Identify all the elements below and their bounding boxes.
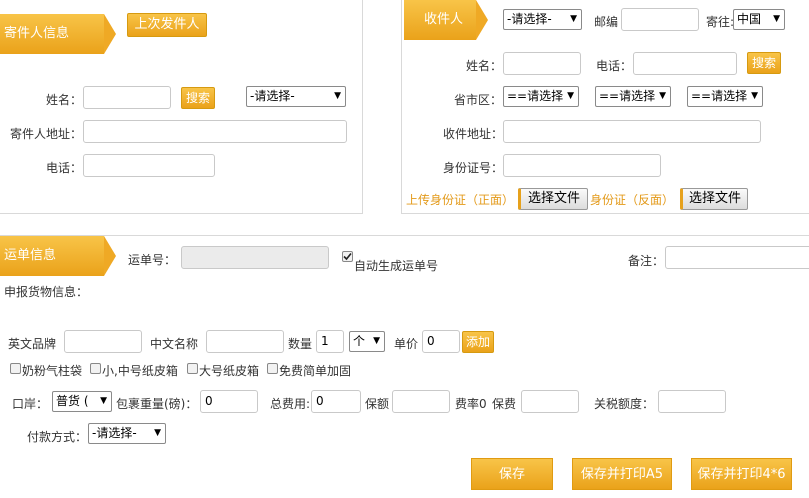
auto-generate-label: 自动生成运单号 [354,259,439,273]
receiver-address-label: 收件地址： [443,127,504,141]
packaging-label: 小,中号纸皮箱 [102,364,178,378]
chevron-down-icon: ▼ [567,91,574,101]
chevron-down-icon: ▼ [570,14,577,24]
chevron-down-icon: ▼ [334,91,341,101]
ship-to-label: 寄往: [706,15,735,29]
port-select[interactable]: 普货 ( ▼ [52,391,112,412]
tax-label: 关税额度： [594,397,655,411]
chinese-name-input[interactable] [206,330,284,353]
packaging-checkbox[interactable] [10,363,21,374]
receiver-tag: 收件人 [404,0,488,40]
packaging-label: 大号纸皮箱 [199,364,260,378]
sender-name-input[interactable] [83,86,171,109]
packaging-label: 免费简单加固 [279,364,352,378]
premium-label: 保费 [492,397,517,411]
save-print-4x6-button[interactable]: 保存并打印4*6 [691,458,792,490]
receiver-select[interactable]: -请选择- ▼ [503,9,582,30]
chevron-down-icon: ▼ [100,396,107,406]
port-select-value: 普货 ( [56,394,89,408]
sender-phone-input[interactable] [83,154,215,177]
receiver-select-value: -请选择- [507,12,552,26]
weight-input[interactable]: 0 [200,390,258,413]
id-number-label: 身份证号： [443,161,504,175]
waybill-tag: 运单信息 [0,236,116,276]
waybill-number-input[interactable] [181,246,329,269]
choose-file-front-button[interactable]: 选择文件 [518,188,588,210]
price-input[interactable]: 0 [422,330,460,353]
sender-search-button[interactable]: 搜索 [181,87,215,109]
sender-phone-label: 电话： [46,161,83,175]
price-label: 单价 [394,337,419,351]
waybill-number-label: 运单号： [128,253,177,267]
country-select-value: 中国 [737,12,762,26]
receiver-phone-label: 电话： [596,59,633,73]
id-number-input[interactable] [503,154,661,177]
city-select[interactable]: ==请选择 ▼ [595,86,671,107]
choose-file-back-button[interactable]: 选择文件 [680,188,748,210]
weight-label: 包裹重量(磅)： [116,397,198,411]
receiver-name-input[interactable] [503,52,581,75]
checkmark-icon [343,252,352,261]
district-select[interactable]: ==请选择 ▼ [687,86,763,107]
chevron-down-icon: ▼ [751,91,758,101]
declare-label: 申报货物信息： [4,285,89,299]
upload-front-label: 上传身份证（正面） [406,193,515,207]
chinese-name-label: 中文名称 [150,337,199,351]
premium-input[interactable] [521,390,579,413]
english-brand-label: 英文品牌 [8,337,57,351]
english-brand-input[interactable] [64,330,142,353]
district-select-value: ==请选择 [691,89,748,103]
add-item-button[interactable]: 添加 [462,331,494,353]
upload-back-label: 身份证（反面） [590,193,675,207]
packaging-checkbox[interactable] [187,363,198,374]
sender-address-input[interactable] [83,120,347,143]
receiver-phone-input[interactable] [633,52,737,75]
sender-select[interactable]: -请选择- ▼ [246,86,346,107]
chevron-down-icon: ▼ [154,428,161,438]
insured-label: 保额 [365,397,390,411]
sender-name-label: 姓名： [46,93,83,107]
province-select-value: ==请选择 [507,89,564,103]
auto-generate-checkbox[interactable] [342,251,353,262]
postcode-input[interactable] [621,8,699,31]
insured-input[interactable] [392,390,450,413]
chevron-down-icon: ▼ [773,14,780,24]
port-label: 口岸： [12,397,49,411]
save-button[interactable]: 保存 [471,458,553,490]
packaging-checkbox[interactable] [267,363,278,374]
quantity-input[interactable]: 1 [316,330,344,353]
rate-label: 费率0 [455,397,487,411]
postcode-label: 邮编 [594,15,619,29]
save-print-a5-button[interactable]: 保存并打印A5 [572,458,672,490]
total-label: 总费用: [270,397,311,411]
chevron-down-icon: ▼ [659,91,666,101]
total-input[interactable]: 0 [311,390,361,413]
payment-select-value: -请选择- [92,426,137,440]
remark-label: 备注： [628,254,665,268]
sender-select-value: -请选择- [250,89,295,103]
receiver-name-label: 姓名： [466,59,503,73]
province-select[interactable]: ==请选择 ▼ [503,86,579,107]
sender-address-label: 寄件人地址： [10,127,83,141]
sender-tag: 寄件人信息 [0,14,116,54]
region-label: 省市区： [454,93,503,107]
city-select-value: ==请选择 [599,89,656,103]
unit-select-value: 个 [353,334,366,348]
chevron-down-icon: ▼ [373,336,380,346]
receiver-address-input[interactable] [503,120,761,143]
waybill-divider [0,235,809,236]
packaging-label: 奶粉气柱袋 [22,364,83,378]
tax-input[interactable] [658,390,726,413]
remark-input[interactable] [665,246,809,269]
payment-label: 付款方式： [27,430,88,444]
unit-select[interactable]: 个 ▼ [349,331,385,352]
packaging-checkbox[interactable] [90,363,101,374]
payment-select[interactable]: -请选择- ▼ [88,423,166,444]
quantity-label: 数量 [288,337,313,351]
receiver-search-button[interactable]: 搜索 [747,52,781,74]
country-select[interactable]: 中国 ▼ [733,9,785,30]
last-sender-button[interactable]: 上次发件人 [127,13,207,37]
